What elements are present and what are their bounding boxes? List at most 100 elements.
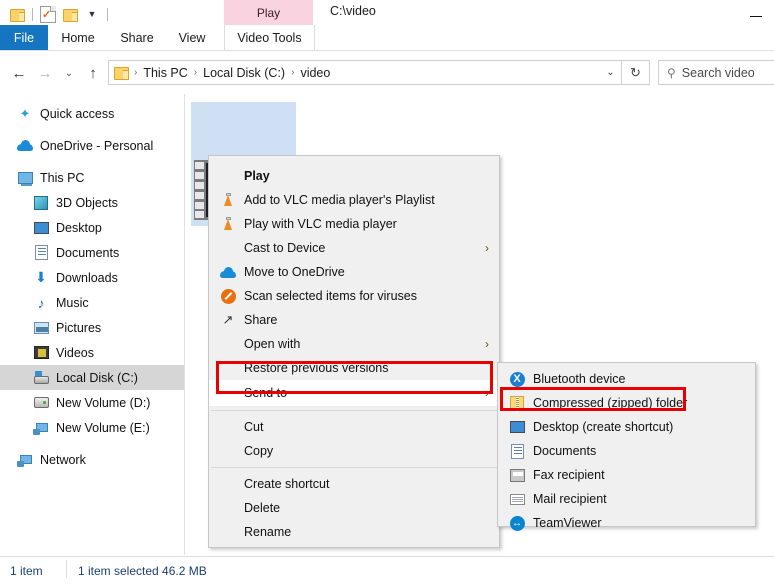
sidebar-label: New Volume (D:) xyxy=(56,395,151,410)
address-bar: ← → ⌄ ↑ › This PC › Local Disk (C:) › vi… xyxy=(0,52,774,94)
sidebar-item-documents[interactable]: Documents xyxy=(0,240,184,265)
mail-icon xyxy=(509,491,525,507)
menu-item-play-with-vlc[interactable]: Play with VLC media player xyxy=(209,212,499,236)
cloud-icon xyxy=(16,137,34,155)
search-placeholder: Search video xyxy=(681,65,755,80)
menu-item-send-to[interactable]: Send to › xyxy=(209,380,499,406)
tab-home[interactable]: Home xyxy=(48,25,108,51)
sidebar-item-new-volume-d[interactable]: New Volume (D:) xyxy=(0,390,184,415)
sidebar-item-downloads[interactable]: ⬇ Downloads xyxy=(0,265,184,290)
breadcrumb-this-pc[interactable]: This PC xyxy=(140,66,190,80)
sidebar-item-network[interactable]: Network xyxy=(0,447,184,472)
breadcrumb-video[interactable]: video xyxy=(297,66,333,80)
menu-item-cast-to-device[interactable]: Cast to Device › xyxy=(209,236,499,260)
breadcrumb[interactable]: › This PC › Local Disk (C:) › video xyxy=(108,60,620,85)
send-to-submenu: Χ Bluetooth device Compressed (zipped) f… xyxy=(497,362,756,531)
vlc-cone-icon xyxy=(220,216,236,232)
menu-item-scan-for-viruses[interactable]: Scan selected items for viruses xyxy=(209,284,499,308)
network-icon xyxy=(16,451,34,469)
recent-locations-button[interactable]: ⌄ xyxy=(58,62,80,84)
sidebar-label: OneDrive - Personal xyxy=(40,138,154,153)
refresh-button[interactable]: ↻ xyxy=(622,60,650,85)
menu-item-open-with[interactable]: Open with › xyxy=(209,332,499,356)
sidebar-item-music[interactable]: ♪ Music xyxy=(0,290,184,315)
menu-item-delete[interactable]: Delete xyxy=(209,496,499,520)
submenu-item-mail-recipient[interactable]: Mail recipient xyxy=(498,487,755,511)
menu-item-label: Create shortcut xyxy=(244,477,330,491)
properties-icon[interactable]: ✓ xyxy=(37,3,59,25)
submenu-item-bluetooth-device[interactable]: Χ Bluetooth device xyxy=(498,367,755,391)
menu-item-create-shortcut[interactable]: Create shortcut xyxy=(209,472,499,496)
cloud-icon xyxy=(220,264,236,280)
back-button[interactable]: ← xyxy=(8,62,30,84)
sidebar-item-onedrive[interactable]: OneDrive - Personal xyxy=(0,133,184,158)
submenu-item-documents[interactable]: Documents xyxy=(498,439,755,463)
sidebar-label: Music xyxy=(56,295,89,310)
menu-item-play[interactable]: Play xyxy=(209,164,499,188)
sidebar-item-new-volume-e[interactable]: New Volume (E:) xyxy=(0,415,184,440)
tab-view[interactable]: View xyxy=(166,25,218,51)
tab-share-label: Share xyxy=(120,31,154,45)
ribbon-tabs: File Home Share View Video Tools xyxy=(0,25,774,52)
documents-icon xyxy=(32,244,50,262)
sidebar-label: Downloads xyxy=(56,270,118,285)
sidebar-label: Videos xyxy=(56,345,94,360)
vlc-cone-icon xyxy=(220,192,236,208)
music-note-icon: ♪ xyxy=(37,294,45,311)
sidebar-item-pictures[interactable]: Pictures xyxy=(0,315,184,340)
tab-video-tools-label: Video Tools xyxy=(237,31,302,45)
sidebar-item-quick-access[interactable]: ✦ Quick access xyxy=(0,101,184,126)
forward-button[interactable]: → xyxy=(34,62,56,84)
menu-separator xyxy=(211,467,497,468)
customize-caret-icon[interactable]: ▼ xyxy=(81,3,103,25)
hard-drive-icon xyxy=(32,394,50,412)
minimize-button[interactable] xyxy=(742,0,772,26)
menu-item-copy[interactable]: Copy xyxy=(209,439,499,463)
address-dropdown-button[interactable]: ⌄ xyxy=(600,60,622,85)
chevron-down-icon: ⌄ xyxy=(606,67,615,78)
menu-item-label: Add to VLC media player's Playlist xyxy=(244,193,435,207)
monitor-icon xyxy=(16,169,34,187)
desktop-icon xyxy=(509,419,525,435)
star-icon: ✦ xyxy=(19,105,31,121)
sidebar-item-desktop[interactable]: Desktop xyxy=(0,215,184,240)
breadcrumb-local-disk[interactable]: Local Disk (C:) xyxy=(200,66,288,80)
contextual-tab-group-play: Play xyxy=(224,0,313,25)
search-icon: ⚲ xyxy=(667,65,676,80)
teamviewer-icon: ↔ xyxy=(509,515,525,531)
menu-item-share[interactable]: ↗ Share xyxy=(209,308,499,332)
submenu-item-desktop-create-shortcut[interactable]: Desktop (create shortcut) xyxy=(498,415,755,439)
menu-item-rename[interactable]: Rename xyxy=(209,520,499,544)
tab-video-tools[interactable]: Video Tools xyxy=(224,25,315,52)
menu-item-cut[interactable]: Cut xyxy=(209,415,499,439)
tab-file[interactable]: File xyxy=(0,25,48,51)
sidebar-label: Quick access xyxy=(40,106,115,121)
sidebar-item-videos[interactable]: Videos xyxy=(0,340,184,365)
folder-icon-1[interactable] xyxy=(6,3,28,25)
tab-share[interactable]: Share xyxy=(108,25,166,51)
up-button[interactable]: ↑ xyxy=(82,62,104,84)
submenu-item-fax-recipient[interactable]: Fax recipient xyxy=(498,463,755,487)
contextual-tab-label: Play xyxy=(256,5,281,20)
back-icon: ← xyxy=(11,64,27,82)
network-drive-icon xyxy=(32,419,50,437)
qat-divider-2 xyxy=(107,7,108,21)
status-bar: 1 item 1 item selected 46.2 MB xyxy=(0,556,774,584)
fax-icon xyxy=(509,467,525,483)
cube-icon xyxy=(32,194,50,212)
share-icon: ↗ xyxy=(222,312,234,327)
sidebar-label: Desktop xyxy=(56,220,102,235)
menu-item-restore-previous-versions[interactable]: Restore previous versions xyxy=(209,356,499,380)
search-input[interactable]: ⚲ Search video xyxy=(658,60,774,85)
menu-item-add-to-vlc-playlist[interactable]: Add to VLC media player's Playlist xyxy=(209,188,499,212)
submenu-item-compressed-zipped-folder[interactable]: Compressed (zipped) folder xyxy=(498,391,755,415)
sidebar-item-3d-objects[interactable]: 3D Objects xyxy=(0,190,184,215)
qat-divider-1 xyxy=(32,7,33,21)
sidebar-item-this-pc[interactable]: This PC xyxy=(0,165,184,190)
sidebar-item-local-disk-c[interactable]: Local Disk (C:) xyxy=(0,365,184,390)
menu-item-move-to-onedrive[interactable]: Move to OneDrive xyxy=(209,260,499,284)
forward-icon: → xyxy=(37,64,53,82)
submenu-item-teamviewer[interactable]: ↔ TeamViewer xyxy=(498,511,755,535)
window-title: C:\video xyxy=(330,4,376,18)
folder-icon-2[interactable] xyxy=(59,3,81,25)
